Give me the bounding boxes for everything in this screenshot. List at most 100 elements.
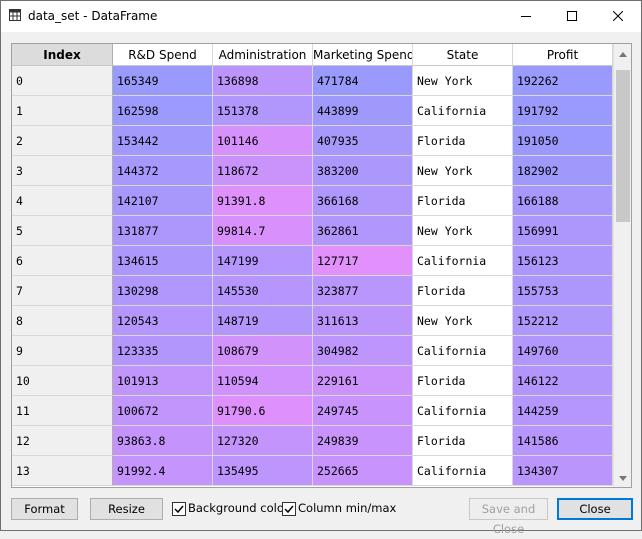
checkbox-box[interactable] (282, 502, 296, 516)
column-header-administration[interactable]: Administration (213, 44, 313, 66)
table-cell[interactable]: 148719 (213, 306, 313, 336)
table-cell[interactable]: 142107 (113, 186, 213, 216)
table-cell[interactable]: 144372 (113, 156, 213, 186)
table-cell[interactable]: 141586 (513, 426, 613, 456)
table-cell[interactable]: 127320 (213, 426, 313, 456)
table-cell[interactable]: New York (413, 306, 513, 336)
table-cell[interactable]: 108679 (213, 336, 313, 366)
table-cell[interactable]: 136898 (213, 66, 313, 96)
table-cell[interactable]: 362861 (313, 216, 413, 246)
table-cell[interactable]: 131877 (113, 216, 213, 246)
table-cell[interactable]: 407935 (313, 126, 413, 156)
table-cell[interactable]: Florida (413, 366, 513, 396)
table-cell[interactable]: 323877 (313, 276, 413, 306)
table-cell[interactable]: 120543 (113, 306, 213, 336)
table-cell[interactable]: California (413, 456, 513, 486)
table-cell[interactable]: 191792 (513, 96, 613, 126)
row-index-cell[interactable]: 0 (12, 66, 113, 96)
title-bar[interactable]: data_set - DataFrame (1, 1, 641, 32)
table-cell[interactable]: California (413, 396, 513, 426)
row-index-cell[interactable]: 3 (12, 156, 113, 186)
table-cell[interactable]: 156123 (513, 246, 613, 276)
table-cell[interactable]: 123335 (113, 336, 213, 366)
table-cell[interactable]: 91992.4 (113, 456, 213, 486)
table-cell[interactable]: 100672 (113, 396, 213, 426)
table-cell[interactable]: 93863.8 (113, 426, 213, 456)
table-cell[interactable]: 192262 (513, 66, 613, 96)
vertical-scrollbar[interactable] (613, 44, 631, 487)
table-cell[interactable]: 151378 (213, 96, 313, 126)
table-cell[interactable]: 130298 (113, 276, 213, 306)
table-cell[interactable]: New York (413, 66, 513, 96)
scroll-down-icon[interactable] (619, 476, 627, 481)
table-cell[interactable]: 144259 (513, 396, 613, 426)
table-cell[interactable]: 145530 (213, 276, 313, 306)
close-window-button[interactable] (595, 1, 641, 32)
row-index-cell[interactable]: 5 (12, 216, 113, 246)
table-cell[interactable]: Florida (413, 126, 513, 156)
table-cell[interactable]: 162598 (113, 96, 213, 126)
dataframe-grid[interactable]: Index R&D Spend Administration Marketing… (11, 43, 632, 488)
checkbox-box[interactable] (172, 502, 186, 516)
close-button[interactable]: Close (557, 498, 633, 520)
table-cell[interactable]: 118672 (213, 156, 313, 186)
row-index-cell[interactable]: 12 (12, 426, 113, 456)
row-index-cell[interactable]: 1 (12, 96, 113, 126)
table-cell[interactable]: 134307 (513, 456, 613, 486)
table-cell[interactable]: California (413, 336, 513, 366)
column-header-profit[interactable]: Profit (513, 44, 613, 66)
table-cell[interactable]: 443899 (313, 96, 413, 126)
row-index-cell[interactable]: 7 (12, 276, 113, 306)
table-cell[interactable]: 99814.7 (213, 216, 313, 246)
table-cell[interactable]: 156991 (513, 216, 613, 246)
row-index-cell[interactable]: 6 (12, 246, 113, 276)
table-cell[interactable]: 191050 (513, 126, 613, 156)
table-cell[interactable]: 249839 (313, 426, 413, 456)
column-header-state[interactable]: State (413, 44, 513, 66)
row-index-cell[interactable]: 10 (12, 366, 113, 396)
table-cell[interactable]: 471784 (313, 66, 413, 96)
table-cell[interactable]: 153442 (113, 126, 213, 156)
table-cell[interactable]: 249745 (313, 396, 413, 426)
table-cell[interactable]: 155753 (513, 276, 613, 306)
table-cell[interactable]: 135495 (213, 456, 313, 486)
table-cell[interactable]: 149760 (513, 336, 613, 366)
table-cell[interactable]: 182902 (513, 156, 613, 186)
row-index-cell[interactable]: 9 (12, 336, 113, 366)
table-cell[interactable]: New York (413, 156, 513, 186)
table-cell[interactable]: 383200 (313, 156, 413, 186)
table-cell[interactable]: 152212 (513, 306, 613, 336)
table-cell[interactable]: 101146 (213, 126, 313, 156)
row-index-cell[interactable]: 11 (12, 396, 113, 426)
table-cell[interactable]: California (413, 246, 513, 276)
maximize-button[interactable] (549, 1, 595, 32)
table-cell[interactable]: 147199 (213, 246, 313, 276)
table-cell[interactable]: 252665 (313, 456, 413, 486)
scroll-up-icon[interactable] (619, 52, 627, 57)
format-button[interactable]: Format (11, 498, 78, 520)
table-cell[interactable]: 91790.6 (213, 396, 313, 426)
table-cell[interactable]: 311613 (313, 306, 413, 336)
minimize-button[interactable] (503, 1, 549, 32)
table-cell[interactable]: 165349 (113, 66, 213, 96)
column-header-index[interactable]: Index (12, 44, 113, 66)
row-index-cell[interactable]: 8 (12, 306, 113, 336)
row-index-cell[interactable]: 4 (12, 186, 113, 216)
column-minmax-checkbox[interactable]: Column min/max (282, 499, 396, 519)
table-cell[interactable]: 166188 (513, 186, 613, 216)
row-index-cell[interactable]: 13 (12, 456, 113, 486)
scrollbar-thumb[interactable] (616, 70, 630, 222)
table-cell[interactable]: 110594 (213, 366, 313, 396)
table-cell[interactable]: 146122 (513, 366, 613, 396)
resize-button[interactable]: Resize (90, 498, 163, 520)
table-cell[interactable]: 91391.8 (213, 186, 313, 216)
row-index-cell[interactable]: 2 (12, 126, 113, 156)
table-cell[interactable]: Florida (413, 426, 513, 456)
table-cell[interactable]: 229161 (313, 366, 413, 396)
save-and-close-button[interactable]: Save and Close (469, 498, 548, 536)
table-cell[interactable]: Florida (413, 186, 513, 216)
background-color-checkbox[interactable]: Background color (172, 499, 289, 519)
column-header-rd-spend[interactable]: R&D Spend (113, 44, 213, 66)
table-cell[interactable]: 304982 (313, 336, 413, 366)
column-header-marketing-spend[interactable]: Marketing Spend (313, 44, 413, 66)
